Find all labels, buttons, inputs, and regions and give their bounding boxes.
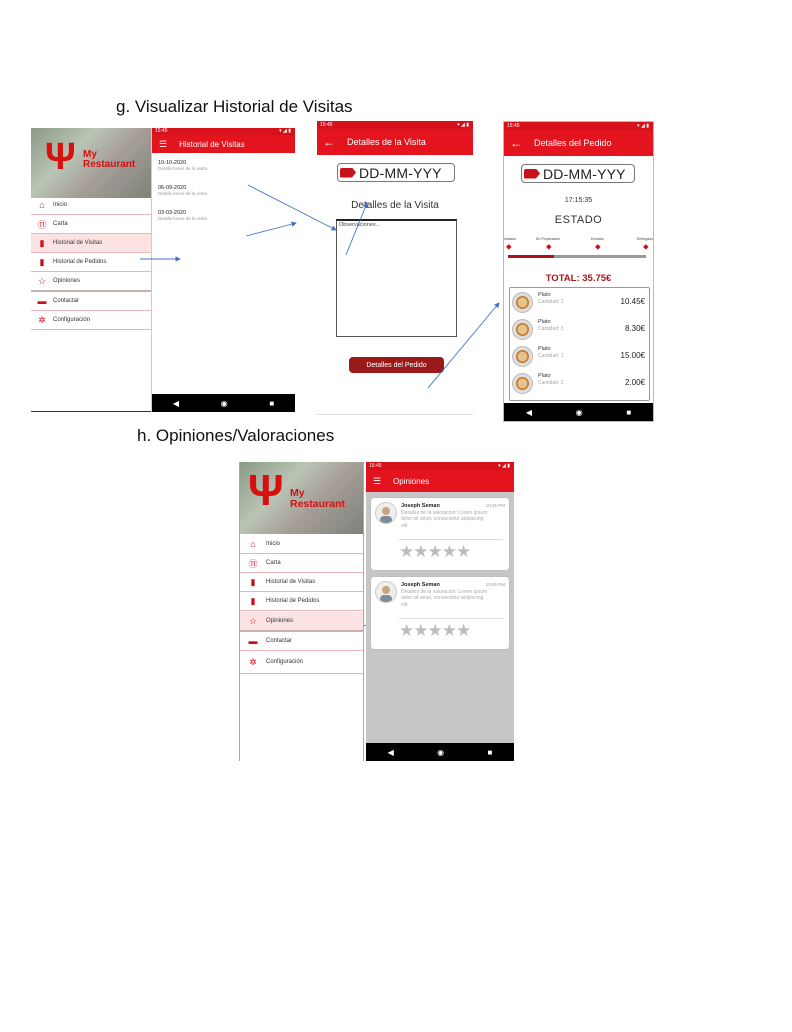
- review-card: Joseph Seman 10:45 PM Detalles de la val…: [371, 577, 509, 649]
- drawer-header-image: Ψ My Restaurant: [240, 462, 363, 534]
- drawer-item-contactar[interactable]: ▬ Contactar: [240, 632, 363, 651]
- opiniones-screen: 15:45 ▾ ◢ ▮ ☰ Opiniones Joseph Seman 10:…: [366, 462, 514, 761]
- fork-logo-icon: Ψ: [248, 466, 284, 515]
- android-nav-bar: ◀ ◉ ■: [366, 743, 514, 761]
- star-rating[interactable]: ★★★★★: [399, 542, 471, 562]
- gear-icon: ✲: [249, 656, 257, 667]
- app-bar: ☰ Opiniones: [366, 470, 514, 492]
- review-card: Joseph Seman 10:45 PM Detalles de la val…: [371, 498, 509, 570]
- home-icon: ⌂: [250, 539, 256, 549]
- navigation-drawer: Ψ My Restaurant ⌂ Inicio ⑪ Carta ▮ Historial…: [239, 462, 364, 761]
- star-icon: ☆: [248, 615, 258, 626]
- drawer-item-historial-pedidos[interactable]: ▮ Historial de Pedidos: [240, 592, 363, 611]
- restaurant-icon: ⑪: [248, 558, 258, 569]
- drawer-item-historial-visitas[interactable]: ▮ Historial de Visitas: [240, 573, 363, 592]
- brand-logo: My Restaurant: [290, 487, 345, 510]
- section-h-title: h. Opiniones/Valoraciones: [137, 426, 335, 445]
- star-rating[interactable]: ★★★★★: [399, 621, 471, 641]
- home-button-icon[interactable]: ◉: [437, 748, 444, 757]
- arrow: [245, 221, 297, 237]
- chat-icon: ▬: [248, 636, 258, 646]
- bookmark-icon: ▮: [250, 595, 256, 606]
- drawer-item-configuracion[interactable]: ✲ Configuración: [240, 651, 363, 674]
- drawer-item-opiniones[interactable]: ☆ Opiniones: [240, 612, 363, 632]
- back-icon[interactable]: ◀: [388, 748, 394, 757]
- arrow: [345, 202, 368, 256]
- book-icon: ▮: [250, 576, 256, 587]
- avatar: [375, 581, 397, 603]
- arrow: [247, 184, 337, 231]
- status-bar: 15:45 ▾ ◢ ▮: [366, 462, 514, 470]
- hamburger-menu-icon[interactable]: ☰: [373, 476, 381, 487]
- avatar: [375, 502, 397, 524]
- drawer-item-inicio[interactable]: ⌂ Inicio: [240, 535, 363, 554]
- arrow: [427, 302, 500, 389]
- page-title: Opiniones: [393, 476, 430, 486]
- drawer-item-carta[interactable]: ⑪ Carta: [240, 554, 363, 573]
- recent-apps-icon[interactable]: ■: [487, 748, 492, 757]
